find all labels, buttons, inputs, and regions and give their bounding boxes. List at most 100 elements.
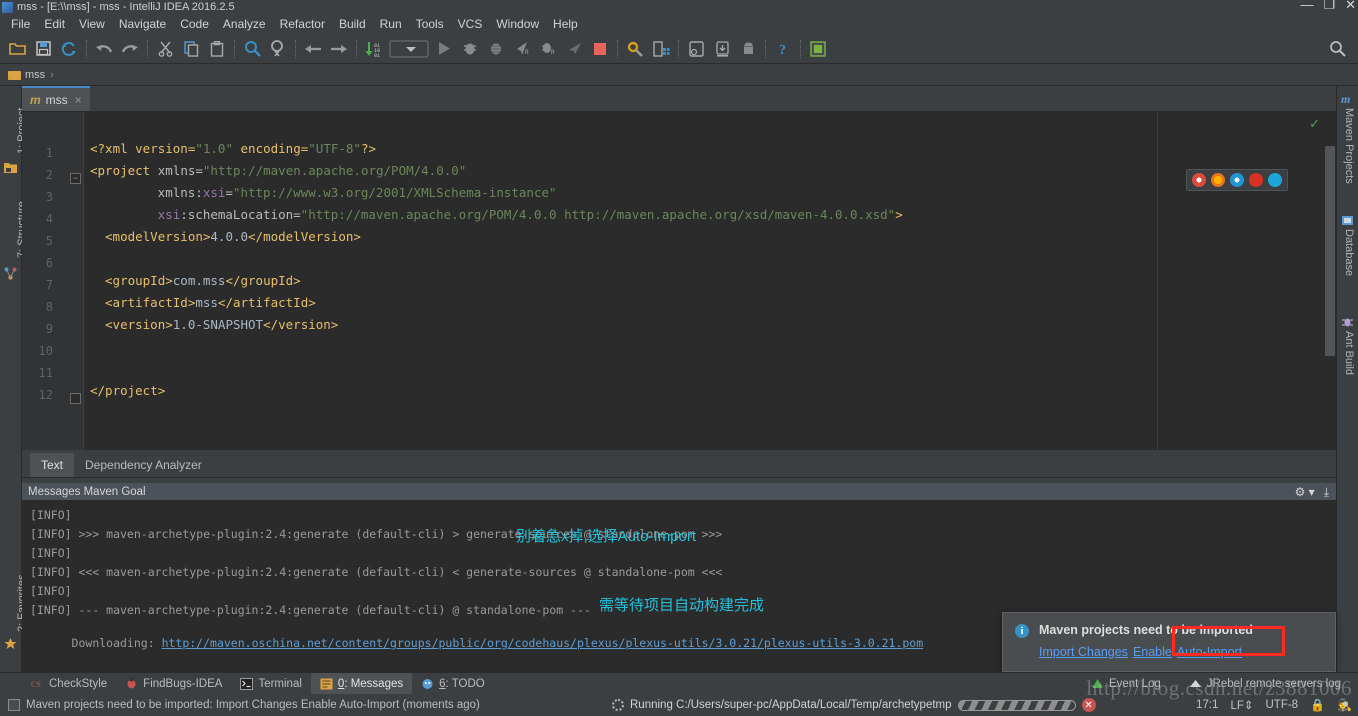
paste-icon[interactable] bbox=[204, 37, 230, 61]
toolwindow-checkstyle[interactable]: CS CheckStyle bbox=[22, 673, 116, 694]
find-icon[interactable] bbox=[239, 37, 265, 61]
editor-code-text[interactable]: <?xml version="1.0" encoding="UTF-8"?> <p… bbox=[90, 112, 1336, 450]
compile-icon[interactable]: 01 10 01 bbox=[361, 37, 387, 61]
line-number: 3 bbox=[45, 190, 53, 204]
database-icon bbox=[1341, 214, 1353, 226]
menu-refactor[interactable]: Refactor bbox=[273, 15, 332, 33]
main-toolbar: 01 10 01 R R ? bbox=[0, 34, 1358, 64]
jrebel-icon[interactable] bbox=[805, 37, 831, 61]
hide-icon[interactable]: ⤓ bbox=[1324, 486, 1329, 498]
code-editor[interactable]: 1 2 3 4 5 6 7 8 9 10 11 12 − <?xml versi… bbox=[22, 112, 1336, 450]
coverage-icon[interactable] bbox=[483, 37, 509, 61]
close-button[interactable]: ✕ bbox=[1345, 0, 1356, 13]
toolwindow-terminal[interactable]: Terminal bbox=[231, 673, 310, 694]
debug-icon[interactable] bbox=[457, 37, 483, 61]
menu-build[interactable]: Build bbox=[332, 15, 373, 33]
settings-gear-icon[interactable]: ⚙ ▾ bbox=[1295, 486, 1315, 498]
toolwindow-terminal-label: Terminal bbox=[258, 677, 302, 690]
run-junit-icon[interactable]: R bbox=[509, 37, 535, 61]
maven-icon: m bbox=[1341, 92, 1353, 106]
maven-import-notification[interactable]: i Maven projects need to be imported Imp… bbox=[1002, 612, 1336, 672]
editor-scrollbar[interactable] bbox=[1323, 112, 1336, 450]
auto-import-link[interactable]: Auto-Import bbox=[1177, 645, 1242, 659]
cut-icon[interactable] bbox=[152, 37, 178, 61]
code-token: xsi bbox=[157, 207, 181, 222]
search-everywhere-icon[interactable] bbox=[1324, 37, 1350, 61]
toolwindow-messages[interactable]: 0: Messages bbox=[310, 673, 413, 694]
menu-run[interactable]: Run bbox=[373, 15, 409, 33]
forward-icon[interactable] bbox=[326, 37, 352, 61]
toolwindow-todo[interactable]: 6: TODO bbox=[412, 673, 494, 694]
menu-help[interactable]: Help bbox=[546, 15, 585, 33]
breadcrumb-root[interactable]: mss bbox=[25, 69, 45, 81]
help-icon[interactable]: ? bbox=[770, 37, 796, 61]
todo-icon bbox=[422, 678, 433, 689]
edge-icon[interactable] bbox=[1268, 173, 1282, 187]
open-folder-icon[interactable] bbox=[4, 37, 30, 61]
menu-analyze[interactable]: Analyze bbox=[216, 15, 273, 33]
editor-tabstrip: m mss × bbox=[22, 86, 1336, 112]
fold-end-icon[interactable] bbox=[70, 393, 81, 404]
findbugs-icon bbox=[127, 677, 136, 689]
status-message-area[interactable]: Maven projects need to be imported: Impo… bbox=[0, 699, 480, 711]
structure-icon bbox=[4, 267, 17, 280]
fold-collapse-icon[interactable]: − bbox=[70, 173, 81, 184]
close-icon[interactable]: × bbox=[75, 93, 82, 107]
safari-icon[interactable] bbox=[1230, 173, 1244, 187]
sidebar-item-database[interactable]: Database bbox=[1343, 229, 1355, 276]
redo-icon[interactable] bbox=[117, 37, 143, 61]
stop-icon[interactable] bbox=[587, 37, 613, 61]
debug-junit-icon[interactable]: R bbox=[535, 37, 561, 61]
tab-dependency-analyzer[interactable]: Dependency Analyzer bbox=[74, 453, 213, 477]
menu-vcs[interactable]: VCS bbox=[451, 15, 490, 33]
menu-view[interactable]: View bbox=[72, 15, 112, 33]
code-token: <artifactId> bbox=[105, 295, 196, 310]
background-task-label: Running C:/Users/super-pc/AppData/Local/… bbox=[630, 699, 952, 711]
project-structure-icon[interactable] bbox=[648, 37, 674, 61]
firefox-icon[interactable] bbox=[1211, 173, 1225, 187]
window-titlebar: mss - [E:\\mss] - mss - IntelliJ IDEA 20… bbox=[0, 0, 1358, 14]
enable-link[interactable]: Enable bbox=[1133, 645, 1172, 659]
import-changes-link[interactable]: Import Changes bbox=[1039, 645, 1128, 659]
chrome-icon[interactable] bbox=[1192, 173, 1206, 187]
opera-icon[interactable] bbox=[1249, 173, 1263, 187]
menu-tools[interactable]: Tools bbox=[409, 15, 451, 33]
menu-navigate[interactable]: Navigate bbox=[112, 15, 173, 33]
run-config-dropdown-icon[interactable] bbox=[387, 37, 431, 61]
editor-tab-mss[interactable]: m mss × bbox=[22, 86, 90, 111]
run-icon[interactable] bbox=[431, 37, 457, 61]
undo-icon[interactable] bbox=[91, 37, 117, 61]
code-token: ?> bbox=[360, 141, 377, 156]
menu-run-label: Run bbox=[379, 17, 402, 31]
menu-tools-label: Tools bbox=[415, 17, 444, 31]
sdk-manager-icon[interactable] bbox=[709, 37, 735, 61]
sidebar-item-maven-projects[interactable]: Maven Projects bbox=[1343, 108, 1355, 184]
avd-manager-icon[interactable] bbox=[683, 37, 709, 61]
menu-file[interactable]: File bbox=[4, 15, 37, 33]
replace-icon[interactable] bbox=[265, 37, 291, 61]
code-token: <groupId> bbox=[105, 273, 173, 288]
maximize-button[interactable]: ❐ bbox=[1323, 0, 1335, 13]
open-in-browser-bar[interactable] bbox=[1186, 169, 1288, 191]
copy-icon[interactable] bbox=[178, 37, 204, 61]
tab-text[interactable]: Text bbox=[30, 452, 75, 477]
window-controls[interactable]: — ❐ ✕ bbox=[1300, 0, 1356, 13]
profile-icon[interactable] bbox=[561, 37, 587, 61]
menu-edit[interactable]: Edit bbox=[37, 15, 72, 33]
scrollbar-thumb[interactable] bbox=[1325, 146, 1335, 356]
back-icon[interactable] bbox=[300, 37, 326, 61]
inspection-status-icon[interactable]: ✓ bbox=[1309, 116, 1320, 132]
code-token: = bbox=[225, 185, 233, 200]
settings-icon[interactable] bbox=[622, 37, 648, 61]
menu-window[interactable]: Window bbox=[489, 15, 546, 33]
sync-refresh-icon[interactable] bbox=[56, 37, 82, 61]
download-url-link[interactable]: http://maven.oschina.net/content/groups/… bbox=[162, 636, 924, 650]
save-all-icon[interactable] bbox=[30, 37, 56, 61]
menu-code[interactable]: Code bbox=[173, 15, 216, 33]
toolwindow-findbugs[interactable]: FindBugs-IDEA bbox=[116, 673, 231, 694]
minimize-button[interactable]: — bbox=[1300, 0, 1313, 13]
android-device-icon[interactable] bbox=[735, 37, 761, 61]
sidebar-item-ant-build[interactable]: Ant Build bbox=[1343, 331, 1355, 375]
editor-gutter[interactable]: 1 2 3 4 5 6 7 8 9 10 11 12 − bbox=[22, 112, 84, 450]
background-task-area[interactable]: Running C:/Users/super-pc/AppData/Local/… bbox=[612, 694, 1096, 716]
